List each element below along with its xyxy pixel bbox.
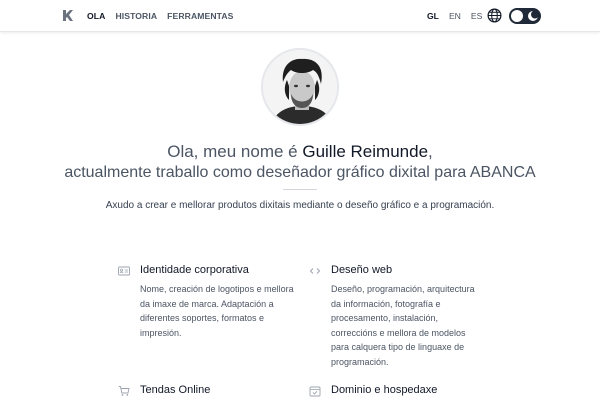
calendar-check-icon xyxy=(309,386,321,397)
lang-gl[interactable]: GL xyxy=(427,11,439,21)
portrait-image xyxy=(263,50,337,124)
nav-item-ferramentas[interactable]: FERRAMENTAS xyxy=(167,11,233,21)
moon-icon xyxy=(528,10,539,21)
language-switcher: GL EN ES xyxy=(427,11,482,21)
service-title: Identidade corporativa xyxy=(140,264,249,276)
code-icon xyxy=(309,268,321,274)
toggle-knob xyxy=(511,10,523,22)
service-title: Tendas Online xyxy=(140,384,211,396)
hero-tagline: Axudo a crear e mellorar produtos dixita… xyxy=(105,200,495,211)
avatar xyxy=(261,48,339,126)
nav-item-ola[interactable]: OLA xyxy=(87,11,105,21)
main-nav: OLA HISTORIA FERRAMENTAS xyxy=(87,11,234,21)
divider xyxy=(283,189,317,190)
top-navbar: OLA HISTORIA FERRAMENTAS GL EN ES xyxy=(0,0,600,32)
logo-icon[interactable] xyxy=(62,9,74,22)
service-title: Deseño web xyxy=(331,264,393,276)
hero-subline: actualmente traballo como deseñador gráf… xyxy=(64,164,536,181)
globe-icon[interactable] xyxy=(487,8,502,23)
hero-headline: Ola, meu nome é Guille Reimunde, xyxy=(0,141,600,162)
nav-item-historia[interactable]: HISTORIA xyxy=(115,11,157,21)
service-description: Deseño, programación, arquitectura da in… xyxy=(331,284,475,367)
lang-en[interactable]: EN xyxy=(449,11,461,21)
service-title: Dominio e hospedaxe xyxy=(331,384,438,396)
theme-toggle[interactable] xyxy=(509,8,541,24)
owner-name: Guille Reimunde xyxy=(302,142,429,161)
greeting-punctuation: , xyxy=(428,142,433,161)
greeting-text: Ola, meu nome é xyxy=(167,142,303,161)
id-card-icon xyxy=(118,266,130,276)
lang-es[interactable]: ES xyxy=(471,11,482,21)
cart-icon xyxy=(118,386,130,396)
service-description: Nome, creación de logotipos e mellora da… xyxy=(140,284,294,338)
